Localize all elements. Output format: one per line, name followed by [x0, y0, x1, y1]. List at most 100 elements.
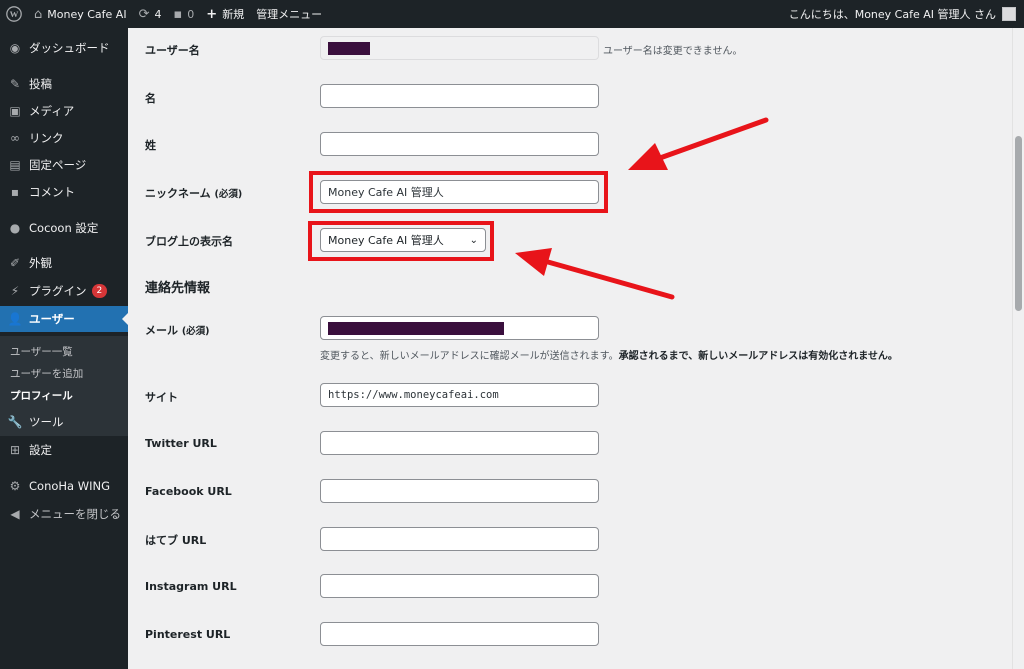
facebook-url-field[interactable] [320, 479, 599, 503]
greeting-text: こんにちは、Money Cafe AI 管理人 さん [788, 8, 996, 21]
wordpress-logo-icon[interactable]: W [0, 0, 28, 28]
sidebar-item-cocoon[interactable]: ● Cocoon 設定 [0, 215, 128, 241]
email-field[interactable] [320, 316, 599, 340]
sidebar-item-pages[interactable]: ▤ 固定ページ [0, 152, 128, 178]
link-icon: ∞ [10, 131, 20, 145]
sidebar-item-comments[interactable]: ▪ コメント [0, 179, 128, 205]
page-icon: ▤ [9, 158, 21, 172]
submenu-add-user[interactable]: ユーザーを追加 [10, 366, 83, 381]
hatena-label: はてブ URL [145, 534, 207, 547]
sidebar-item-label: リンク [29, 131, 64, 145]
facebook-label: Facebook URL [145, 485, 232, 498]
sidebar-item-dashboard[interactable]: ◉ ダッシュボード [0, 35, 128, 61]
comment-icon: ▪ [10, 185, 20, 199]
sidebar-item-label: 投稿 [29, 77, 52, 91]
collapse-menu-button[interactable]: ◀ メニューを閉じる [0, 501, 128, 527]
submenu-all-users[interactable]: ユーザー一覧 [10, 344, 73, 359]
nickname-label-text: ニックネーム [145, 187, 211, 200]
required-marker: (必須) [214, 189, 243, 200]
nickname-field[interactable]: Money Cafe AI 管理人 [320, 180, 599, 204]
sidebar-item-label: ConoHa WING [29, 479, 111, 493]
plugin-icon: ⚡ [10, 284, 20, 298]
profile-form: ユーザー名 ユーザー名は変更できません。 名 姓 ニックネーム (必須) Mon… [128, 28, 1012, 669]
site-url-field[interactable]: https://www.moneycafeai.com [320, 383, 599, 407]
nickname-label: ニックネーム (必須) [145, 185, 242, 201]
sidebar-item-label: ダッシュボード [29, 41, 110, 55]
sidebar-item-label: 設定 [29, 443, 52, 457]
comments-count: 0 [187, 7, 195, 21]
gear-icon: ⚙ [9, 479, 21, 493]
user-icon: 👤 [7, 312, 23, 326]
lastname-field[interactable] [320, 132, 599, 156]
site-name-link[interactable]: ⌂ Money Cafe AI [28, 0, 133, 28]
admin-bar: W ⌂ Money Cafe AI ⟳ 4 ▪ 0 + 新規 管理メニュー こん… [0, 0, 1024, 28]
admin-menu-label: 管理メニュー [256, 8, 323, 21]
sidebar-item-tools[interactable]: 🔧 ツール [0, 409, 128, 435]
avatar [1002, 7, 1016, 21]
sidebar-item-media[interactable]: ▣ メディア [0, 98, 128, 124]
hatena-url-field[interactable] [320, 527, 599, 551]
plugins-update-badge: 2 [91, 284, 108, 298]
sidebar-item-label: Cocoon 設定 [29, 221, 99, 235]
username-field [320, 36, 599, 60]
contact-info-heading: 連絡先情報 [145, 281, 211, 296]
home-icon: ⌂ [34, 6, 43, 22]
sidebar-item-label: メディア [29, 104, 75, 118]
firstname-label: 名 [145, 92, 156, 105]
sidebar-item-label: コメント [29, 185, 75, 199]
email-note-bold: 承認されるまで、新しいメールアドレスは有効化されません。 [618, 351, 898, 362]
cocoon-icon: ● [9, 221, 21, 235]
sidebar-item-users[interactable]: 👤 ユーザー [0, 306, 128, 332]
collapse-menu-label: メニューを閉じる [29, 507, 121, 521]
instagram-label: Instagram URL [145, 580, 237, 593]
submenu-profile[interactable]: プロフィール [10, 388, 73, 403]
pinterest-url-field[interactable] [320, 622, 599, 646]
sidebar-item-plugins[interactable]: ⚡ プラグイン 2 [0, 278, 128, 304]
email-note: 変更すると、新しいメールアドレスに確認メールが送信されます。承認されるまで、新し… [320, 347, 898, 362]
page-scrollbar[interactable] [1012, 28, 1024, 669]
twitter-url-field[interactable] [320, 431, 599, 455]
wrench-icon: 🔧 [7, 415, 23, 429]
updates-count: 4 [154, 7, 162, 21]
site-name-text: Money Cafe AI [47, 7, 127, 21]
chevron-down-icon: ⌄ [469, 234, 478, 246]
pinterest-label: Pinterest URL [145, 628, 231, 641]
plus-icon: + [206, 6, 218, 22]
redacted-username [328, 41, 370, 55]
pin-icon: ✎ [9, 77, 21, 91]
sidebar-item-label: ツール [29, 415, 64, 429]
svg-text:W: W [10, 9, 19, 19]
updates-icon: ⟳ [138, 6, 150, 22]
new-content-link[interactable]: + 新規 [200, 0, 250, 28]
comment-icon: ▪ [173, 6, 183, 22]
collapse-arrow-icon: ◀ [10, 507, 20, 521]
site-label: サイト [145, 391, 178, 404]
media-icon: ▣ [9, 104, 21, 118]
display-name-select[interactable]: Money Cafe AI 管理人 ⌄ [320, 228, 486, 252]
sidebar-item-conoha[interactable]: ⚙ ConoHa WING [0, 473, 128, 499]
email-label-text: メール [145, 324, 178, 337]
sidebar-item-posts[interactable]: ✎ 投稿 [0, 71, 128, 97]
firstname-field[interactable] [320, 84, 599, 108]
sidebar-item-settings[interactable]: ⊞ 設定 [0, 437, 128, 463]
brush-icon: ✐ [9, 256, 21, 270]
instagram-url-field[interactable] [320, 574, 599, 598]
my-account-link[interactable]: こんにちは、Money Cafe AI 管理人 さん [789, 0, 1016, 28]
sidebar-item-label: ユーザー [29, 312, 75, 326]
required-marker: (必須) [181, 326, 210, 337]
sidebar-item-appearance[interactable]: ✐ 外観 [0, 250, 128, 276]
redacted-email [328, 321, 504, 335]
nickname-value: Money Cafe AI 管理人 [328, 186, 444, 199]
sidebar-item-label: 外観 [29, 256, 52, 270]
admin-menu-link[interactable]: 管理メニュー [250, 0, 328, 28]
display-name-label: ブログ上の表示名 [145, 235, 233, 248]
sidebar-item-links[interactable]: ∞ リンク [0, 125, 128, 151]
comments-link[interactable]: ▪ 0 [167, 0, 200, 28]
updates-link[interactable]: ⟳ 4 [133, 0, 168, 28]
scrollbar-thumb[interactable] [1015, 136, 1022, 311]
display-name-value: Money Cafe AI 管理人 [328, 234, 444, 247]
sidebar-item-label: プラグイン [29, 284, 87, 298]
email-label: メール (必須) [145, 322, 210, 338]
new-label: 新規 [222, 8, 245, 21]
email-note-plain: 変更すると、新しいメールアドレスに確認メールが送信されます。 [320, 351, 619, 362]
